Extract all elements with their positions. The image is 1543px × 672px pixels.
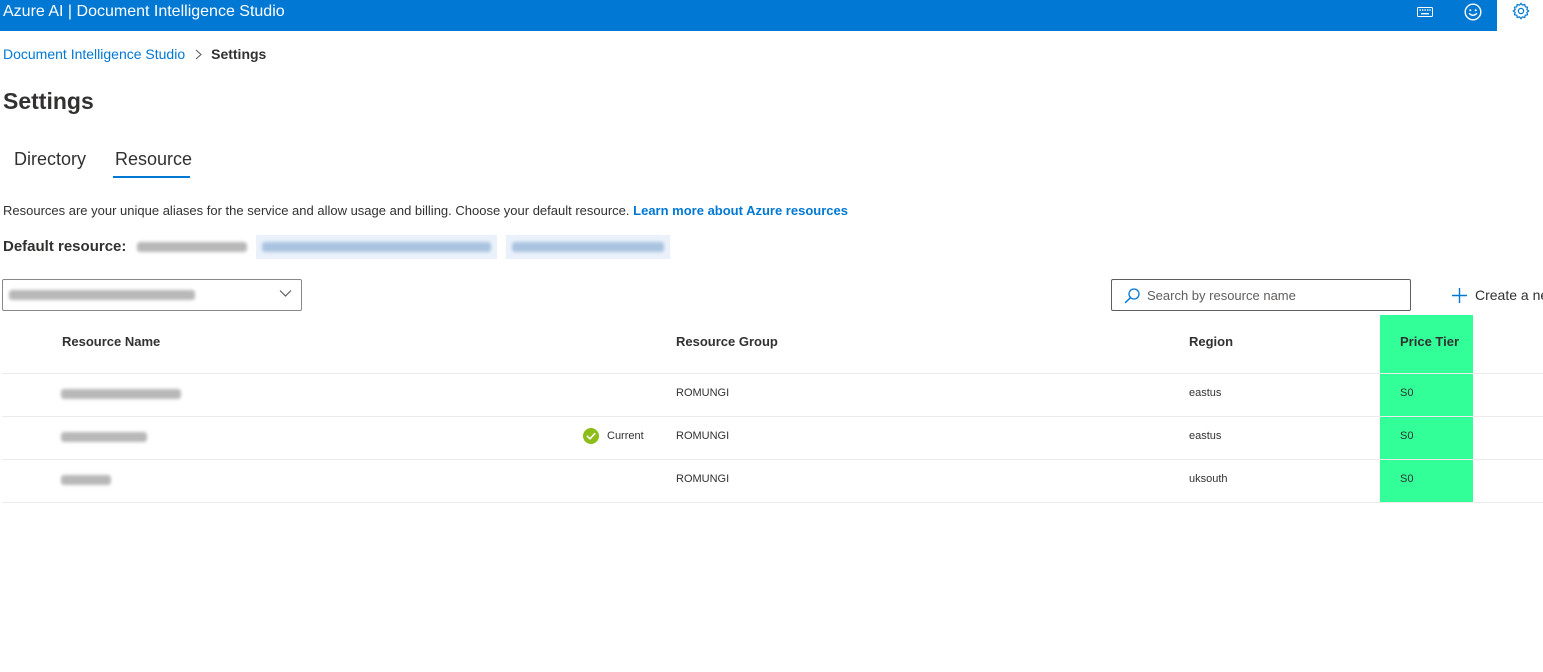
- redacted-resource-name: [61, 389, 181, 399]
- resource-search-box[interactable]: [1111, 279, 1411, 311]
- search-input[interactable]: [1147, 286, 1402, 304]
- create-resource-button[interactable]: Create a ne: [1451, 285, 1543, 305]
- redacted-text: [512, 242, 664, 252]
- table-cell-resource-group: ROMUNGI: [676, 387, 730, 399]
- feedback-button[interactable]: [1458, 0, 1488, 23]
- table-cell-region: eastus: [1189, 430, 1222, 442]
- column-header-price-tier[interactable]: Price Tier: [1400, 334, 1459, 349]
- redacted-resource-name: [61, 475, 111, 485]
- table-cell-resource-group: ROMUNGI: [676, 473, 730, 485]
- top-bar: Azure AI | Document Intelligence Studio: [0, 0, 1497, 31]
- table-cell-region: uksouth: [1189, 473, 1228, 485]
- redacted-resource-name: [61, 432, 147, 442]
- smiley-feedback-icon: [1464, 2, 1482, 21]
- plus-icon: [1452, 287, 1467, 303]
- table-cell-resource-group: ROMUNGI: [676, 430, 730, 442]
- breadcrumb-current: Settings: [211, 46, 267, 62]
- default-resource-label: Default resource:: [3, 238, 127, 255]
- page-title: Settings: [3, 88, 94, 114]
- breadcrumb-link-studio[interactable]: Document Intelligence Studio: [3, 46, 185, 62]
- column-header-region[interactable]: Region: [1189, 334, 1233, 349]
- redacted-text: [262, 242, 491, 252]
- current-resource-badge: Current: [583, 428, 644, 444]
- current-label: Current: [607, 430, 644, 442]
- tab-resource[interactable]: Resource: [115, 149, 192, 169]
- table-cell-region: eastus: [1189, 387, 1222, 399]
- keyboard-icon: [1417, 6, 1433, 17]
- breadcrumb: Document Intelligence Studio Settings: [3, 46, 266, 62]
- redacted-default-resource-name: [137, 242, 247, 252]
- redacted-resource-group-chip: [506, 235, 670, 259]
- column-header-resource-name[interactable]: Resource Name: [62, 334, 160, 349]
- table-cell-price-tier: S0: [1400, 473, 1414, 485]
- table-cell-price-tier: S0: [1400, 430, 1414, 442]
- search-icon: [1124, 288, 1140, 304]
- app-title: Azure AI | Document Intelligence Studio: [3, 3, 285, 20]
- row-divider: [2, 459, 1543, 460]
- chevron-down-icon: [279, 290, 292, 297]
- row-divider: [2, 502, 1543, 503]
- column-header-resource-group[interactable]: Resource Group: [676, 334, 778, 349]
- selected-tab-indicator: [113, 176, 190, 178]
- row-divider: [2, 373, 1543, 374]
- learn-more-link[interactable]: Learn more about Azure resources: [633, 203, 848, 218]
- checkmark-circle-icon: [583, 428, 599, 444]
- settings-button[interactable]: [1497, 0, 1543, 31]
- description-text: Resources are your unique aliases for th…: [3, 203, 630, 218]
- row-divider: [2, 416, 1543, 417]
- keyboard-shortcuts-button[interactable]: [1410, 0, 1440, 23]
- tab-directory[interactable]: Directory: [14, 149, 86, 169]
- chevron-right-icon: [195, 49, 202, 60]
- subscription-dropdown[interactable]: [2, 279, 302, 311]
- resource-description: Resources are your unique aliases for th…: [3, 203, 848, 218]
- redacted-subscription-value: [9, 290, 195, 300]
- redacted-subscription-chip: [256, 235, 497, 259]
- create-resource-label: Create a ne: [1475, 287, 1543, 303]
- table-cell-price-tier: S0: [1400, 387, 1414, 399]
- gear-icon: [1512, 2, 1530, 20]
